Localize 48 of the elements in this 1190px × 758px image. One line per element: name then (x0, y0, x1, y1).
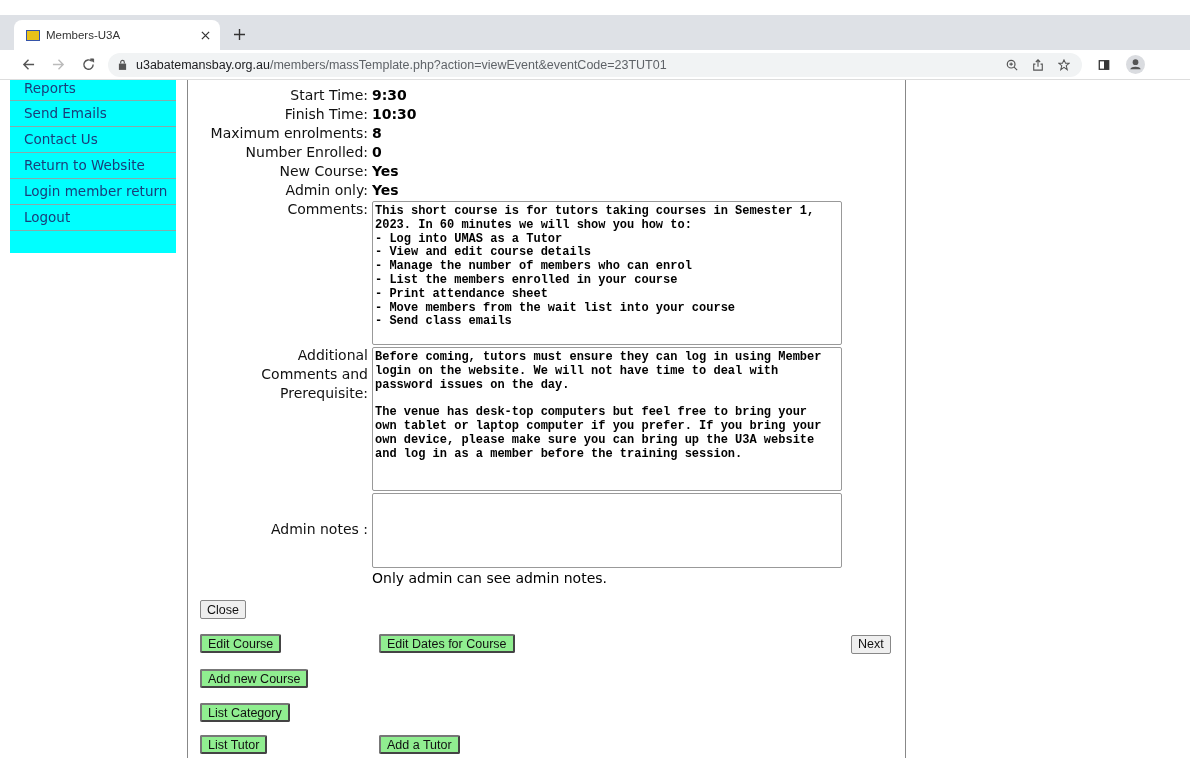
back-icon[interactable] (22, 58, 35, 71)
reload-icon[interactable] (82, 58, 95, 71)
share-icon[interactable] (1032, 58, 1044, 71)
field-value: 9:30 (372, 87, 407, 103)
close-icon[interactable] (201, 30, 210, 40)
side-panel-icon[interactable] (1098, 58, 1110, 71)
notes-hint: Only admin can see admin notes. (372, 569, 608, 588)
text-area[interactable]: This short course is for tutors taking courses in Semester 1, 2023. In 60 minutes we will show you how to: - Log into UMAS as a Tutor - View and edit course details - Manage the number of members who can enrol - List the members enrolled in your course - Print attendance sheet - Move members from the wait list into your course - Send class emails (372, 201, 842, 345)
close-button[interactable]: Close (200, 600, 246, 619)
sidebar-link[interactable]: Reports (10, 80, 176, 101)
tab-title: Members-U3A (46, 29, 122, 41)
sidebar-link[interactable]: Contact Us (10, 127, 176, 153)
action-button[interactable]: Edit Dates for Course (379, 634, 515, 654)
next-button[interactable]: Next (851, 634, 891, 654)
action-button[interactable]: Edit Course (200, 634, 282, 654)
field-label: Finish Time: (283, 105, 368, 124)
text-area[interactable]: Before coming, tutors must ensure they can log in using Member login on the website. We will not have time to deal with password issues on the day. The venue has desk-top computers but feel free to bring your own tablet or laptop computer if you prefer. If you bring your own device, please make sure you can bring up the U3A website and log in as a member before the training session. (372, 347, 842, 491)
field-label: Number Enrolled: (244, 143, 368, 162)
action-button[interactable]: List Category (200, 702, 290, 722)
lock-icon (118, 59, 127, 70)
new-tab-icon[interactable] (234, 29, 245, 40)
url-text: u3abatemansbay.org.au/members/massTemplate.php?action=viewEvent&eventCode=23TUT01 (136, 57, 668, 72)
field-value: Yes (372, 163, 399, 179)
sidebar-link[interactable]: Logout (10, 205, 176, 231)
field-value: Yes (372, 182, 399, 198)
sidebar-link[interactable]: Send Emails (10, 101, 176, 127)
sidebar-link[interactable]: Return to Website (10, 153, 176, 179)
action-button[interactable]: Add a Tutor (379, 734, 460, 754)
star-icon[interactable] (1058, 58, 1070, 71)
field-value: 0 (372, 144, 382, 160)
field-label: Admin only: (284, 181, 368, 200)
browser-tab[interactable]: Members-U3A (14, 20, 220, 50)
address-bar[interactable]: u3abatemansbay.org.au/members/massTemplate.php?action=viewEvent&eventCode=23TUT01 (108, 52, 1082, 77)
field-label: Comments: (286, 200, 368, 219)
field-label: Admin notes : (269, 520, 368, 539)
profile-icon[interactable] (1126, 55, 1145, 74)
field-label: Maximum enrolments: (209, 124, 368, 143)
action-button[interactable]: Add new Course (200, 668, 309, 688)
field-value: 10:30 (372, 106, 417, 122)
field-label: New Course: (278, 162, 368, 181)
field-value: 8 (372, 125, 382, 141)
zoom-icon[interactable] (1006, 58, 1018, 71)
field-label: Additional Comments and Prerequisite: (260, 346, 368, 403)
field-label: Start Time: (289, 86, 368, 105)
admin-notes-field[interactable] (372, 493, 842, 568)
action-button[interactable]: List Tutor (200, 734, 268, 754)
sidebar-link[interactable]: Login member return (10, 179, 176, 205)
site-logo-icon (26, 29, 40, 41)
